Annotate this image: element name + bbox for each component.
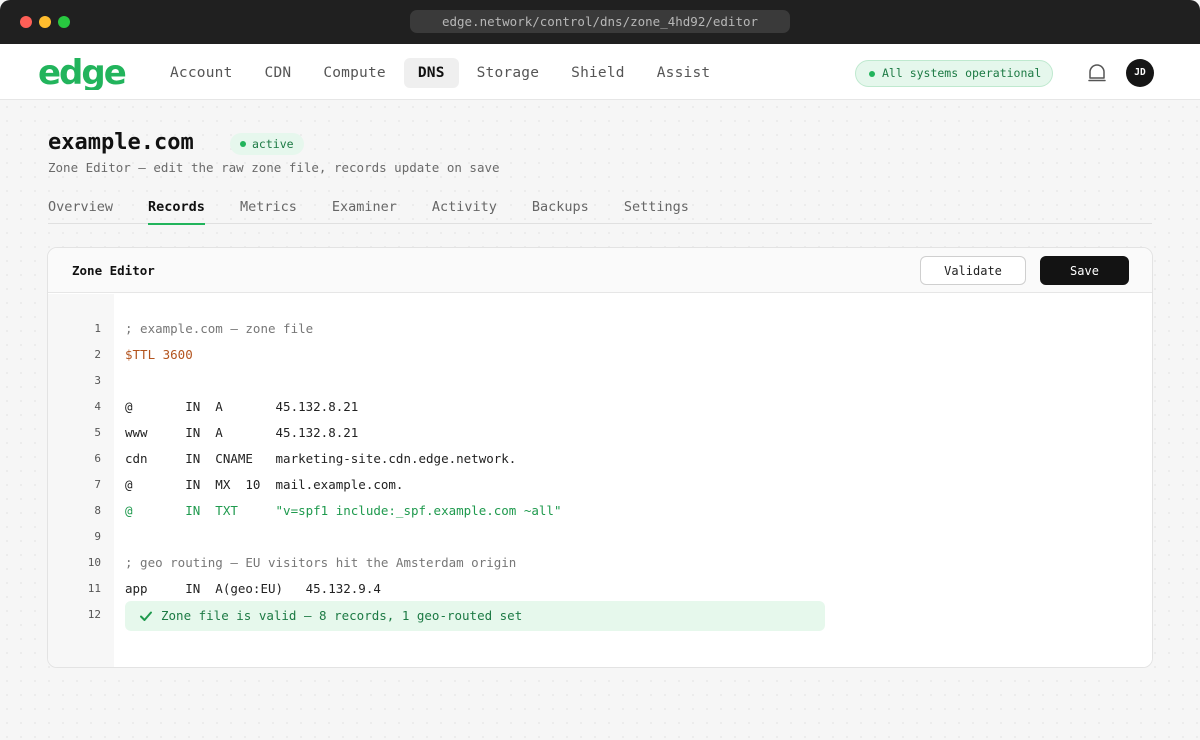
line-text[interactable]: $TTL 3600	[125, 342, 193, 368]
tab-overview[interactable]: Overview	[48, 192, 113, 224]
page: edge Account CDN Compute DNS Storage Shi…	[0, 44, 1200, 740]
line-text[interactable]: www IN A 45.132.8.21	[125, 420, 358, 446]
line-number: 6	[94, 452, 101, 465]
top-header: edge Account CDN Compute DNS Storage Shi…	[0, 44, 1200, 100]
zone-status-badge: active	[230, 133, 304, 155]
code-line[interactable]: 6 cdn IN CNAME marketing-site.cdn.edge.ne…	[48, 446, 1152, 472]
line-number: 12	[87, 608, 101, 621]
tab-activity[interactable]: Activity	[432, 192, 497, 224]
editor-header: Zone Editor Validate Save	[48, 248, 1152, 293]
svg-text:edge: edge	[38, 58, 126, 90]
tab-examiner[interactable]: Examiner	[332, 192, 397, 224]
nav-compute[interactable]: Compute	[309, 58, 400, 88]
active-dot-icon	[240, 141, 246, 147]
line-number: 10	[87, 556, 101, 569]
code-line[interactable]: 8 @ IN TXT "v=spf1 include:_spf.example.c…	[48, 498, 1152, 524]
line-text[interactable]: ; example.com — zone file	[125, 316, 313, 342]
code-line[interactable]: 11 app IN A(geo:EU) 45.132.9.4	[48, 576, 1152, 602]
validate-button[interactable]: Validate	[920, 256, 1026, 285]
system-status-badge[interactable]: All systems operational	[855, 60, 1053, 87]
zone-tabs: Overview Records Metrics Examiner Activi…	[48, 192, 1152, 225]
validation-banner: Zone file is valid — 8 records, 1 geo-ro…	[125, 601, 825, 631]
line-number: 2	[94, 348, 101, 361]
system-status-label: All systems operational	[882, 66, 1042, 80]
tab-metrics[interactable]: Metrics	[240, 192, 297, 224]
editor-title: Zone Editor	[72, 263, 155, 278]
edge-logo[interactable]: edge	[38, 58, 130, 90]
line-text[interactable]: @ IN TXT "v=spf1 include:_spf.example.co…	[125, 498, 562, 524]
validation-message: Zone file is valid — 8 records, 1 geo-ro…	[161, 608, 523, 623]
nav-account[interactable]: Account	[156, 58, 247, 88]
page-subtitle: Zone Editor — edit the raw zone file, re…	[48, 160, 500, 175]
tab-backups[interactable]: Backups	[532, 192, 589, 224]
user-avatar[interactable]: JD	[1126, 59, 1154, 87]
nav-dns[interactable]: DNS	[403, 58, 459, 88]
zone-status-label: active	[252, 137, 294, 151]
line-number: 4	[94, 400, 101, 413]
tab-records[interactable]: Records	[148, 192, 205, 225]
line-number: 11	[87, 582, 101, 595]
line-text[interactable]: cdn IN CNAME marketing-site.cdn.edge.net…	[125, 446, 516, 472]
check-icon	[140, 611, 152, 621]
tab-settings[interactable]: Settings	[624, 192, 689, 224]
main-nav: Account CDN Compute DNS Storage Shield A…	[156, 58, 724, 88]
save-button[interactable]: Save	[1040, 256, 1129, 285]
nav-cdn[interactable]: CDN	[251, 58, 306, 88]
code-line[interactable]: 1 ; example.com — zone file	[48, 316, 1152, 342]
nav-storage[interactable]: Storage	[463, 58, 554, 88]
bell-icon[interactable]	[1086, 62, 1108, 84]
page-title: example.com	[48, 130, 194, 155]
line-number: 8	[94, 504, 101, 517]
status-dot-icon	[869, 71, 875, 77]
nav-assist[interactable]: Assist	[643, 58, 725, 88]
code-line[interactable]: 3	[48, 368, 1152, 394]
minimize-window-button[interactable]	[39, 16, 51, 28]
address-bar[interactable]: edge.network/control/dns/zone_4hd92/edit…	[410, 10, 790, 33]
line-number: 3	[94, 374, 101, 387]
code-line[interactable]: 10 ; geo routing — EU visitors hit the Am…	[48, 550, 1152, 576]
line-text[interactable]: ; geo routing — EU visitors hit the Amst…	[125, 550, 516, 576]
line-number: 1	[94, 322, 101, 335]
nav-shield[interactable]: Shield	[557, 58, 639, 88]
line-number: 5	[94, 426, 101, 439]
line-text[interactable]: @ IN MX 10 mail.example.com.	[125, 472, 403, 498]
code-line[interactable]: 2 $TTL 3600	[48, 342, 1152, 368]
code-line[interactable]: 5 www IN A 45.132.8.21	[48, 420, 1152, 446]
line-number: 9	[94, 530, 101, 543]
line-number: 7	[94, 478, 101, 491]
code-line[interactable]: 9	[48, 524, 1152, 550]
line-text[interactable]: @ IN A 45.132.8.21	[125, 394, 358, 420]
line-text[interactable]: app IN A(geo:EU) 45.132.9.4	[125, 576, 381, 602]
code-line[interactable]: 7 @ IN MX 10 mail.example.com.	[48, 472, 1152, 498]
code-line[interactable]: 4 @ IN A 45.132.8.21	[48, 394, 1152, 420]
close-window-button[interactable]	[20, 16, 32, 28]
maximize-window-button[interactable]	[58, 16, 70, 28]
window-titlebar: edge.network/control/dns/zone_4hd92/edit…	[0, 0, 1200, 44]
zone-editor-card: Zone Editor Validate Save 1 ; example.com…	[47, 247, 1153, 668]
